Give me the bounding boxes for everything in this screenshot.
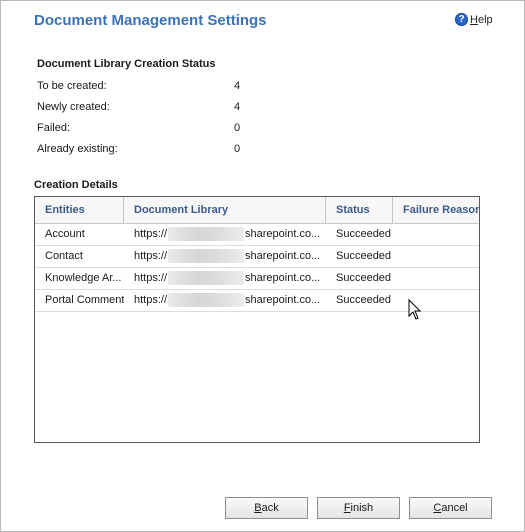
status-section-title: Document Library Creation Status	[37, 58, 216, 70]
help-label: elp	[477, 13, 493, 26]
column-header-document-library[interactable]: Document Library	[124, 197, 326, 223]
back-button[interactable]: Back	[225, 497, 308, 519]
stat-value-newly-created: 4	[234, 101, 241, 113]
url-suffix: sharepoint.co...	[245, 294, 321, 306]
stat-label-newly-created: Newly created:	[37, 101, 110, 113]
table-row[interactable]: Account https:// sharepoint.co... Succeed…	[35, 224, 479, 246]
failure-reason-cell	[393, 224, 479, 245]
stat-label-failed: Failed:	[37, 122, 71, 134]
stat-value-failed: 0	[234, 122, 241, 134]
entity-cell: Knowledge Ar...	[45, 272, 122, 284]
details-section-title: Creation Details	[34, 179, 118, 191]
redacted-blur	[168, 249, 245, 264]
stat-label-to-be-created: To be created:	[37, 80, 107, 92]
help-access-key: H	[470, 13, 478, 26]
entity-cell: Account	[45, 228, 85, 240]
failure-reason-cell	[393, 246, 479, 267]
url-prefix: https://	[134, 250, 168, 262]
document-library-cell: https:// sharepoint.co...	[124, 290, 326, 311]
stat-label-already-existing: Already existing:	[37, 143, 118, 155]
back-access-key: B	[254, 502, 262, 514]
url-suffix: sharepoint.co...	[245, 228, 321, 240]
url-suffix: sharepoint.co...	[245, 250, 321, 262]
status-cell: Succeeded	[336, 294, 392, 306]
stat-value-already-existing: 0	[234, 143, 241, 155]
document-library-cell: https:// sharepoint.co...	[124, 246, 326, 267]
entity-cell: Contact	[45, 250, 83, 262]
help-icon[interactable]: ?	[455, 13, 468, 26]
url-prefix: https://	[134, 228, 168, 240]
status-cell: Succeeded	[336, 272, 392, 284]
column-header-status[interactable]: Status	[326, 197, 393, 223]
redacted-blur	[168, 271, 245, 286]
table-row[interactable]: Contact https:// sharepoint.co... Succeed…	[35, 246, 479, 268]
dialog-title: Document Management Settings	[34, 12, 267, 29]
url-prefix: https://	[134, 294, 168, 306]
finish-access-key: F	[343, 502, 351, 514]
redacted-blur	[168, 293, 245, 308]
status-cell: Succeeded	[336, 228, 392, 240]
failure-reason-cell	[393, 268, 479, 289]
stat-value-to-be-created: 4	[234, 80, 241, 92]
url-prefix: https://	[134, 272, 168, 284]
back-label: ack	[261, 502, 279, 514]
grid-header: Entities Document Library Status Failure…	[35, 197, 479, 224]
cancel-button[interactable]: Cancel	[409, 497, 492, 519]
help-link[interactable]: ? Help	[455, 13, 493, 26]
entity-cell: Portal Comment	[45, 294, 124, 306]
failure-reason-cell	[393, 290, 479, 311]
document-library-cell: https:// sharepoint.co...	[124, 268, 326, 289]
url-suffix: sharepoint.co...	[245, 272, 321, 284]
document-library-cell: https:// sharepoint.co...	[124, 224, 326, 245]
finish-label: inish	[350, 502, 374, 514]
redacted-blur	[168, 227, 245, 242]
table-row[interactable]: Knowledge Ar... https:// sharepoint.co...…	[35, 268, 479, 290]
column-header-failure-reason[interactable]: Failure Reason	[393, 197, 479, 223]
finish-button[interactable]: Finish	[317, 497, 400, 519]
status-cell: Succeeded	[336, 250, 392, 262]
mouse-pointer-icon	[408, 299, 422, 320]
cancel-label: ancel	[441, 502, 468, 514]
column-header-entities[interactable]: Entities	[35, 197, 124, 223]
